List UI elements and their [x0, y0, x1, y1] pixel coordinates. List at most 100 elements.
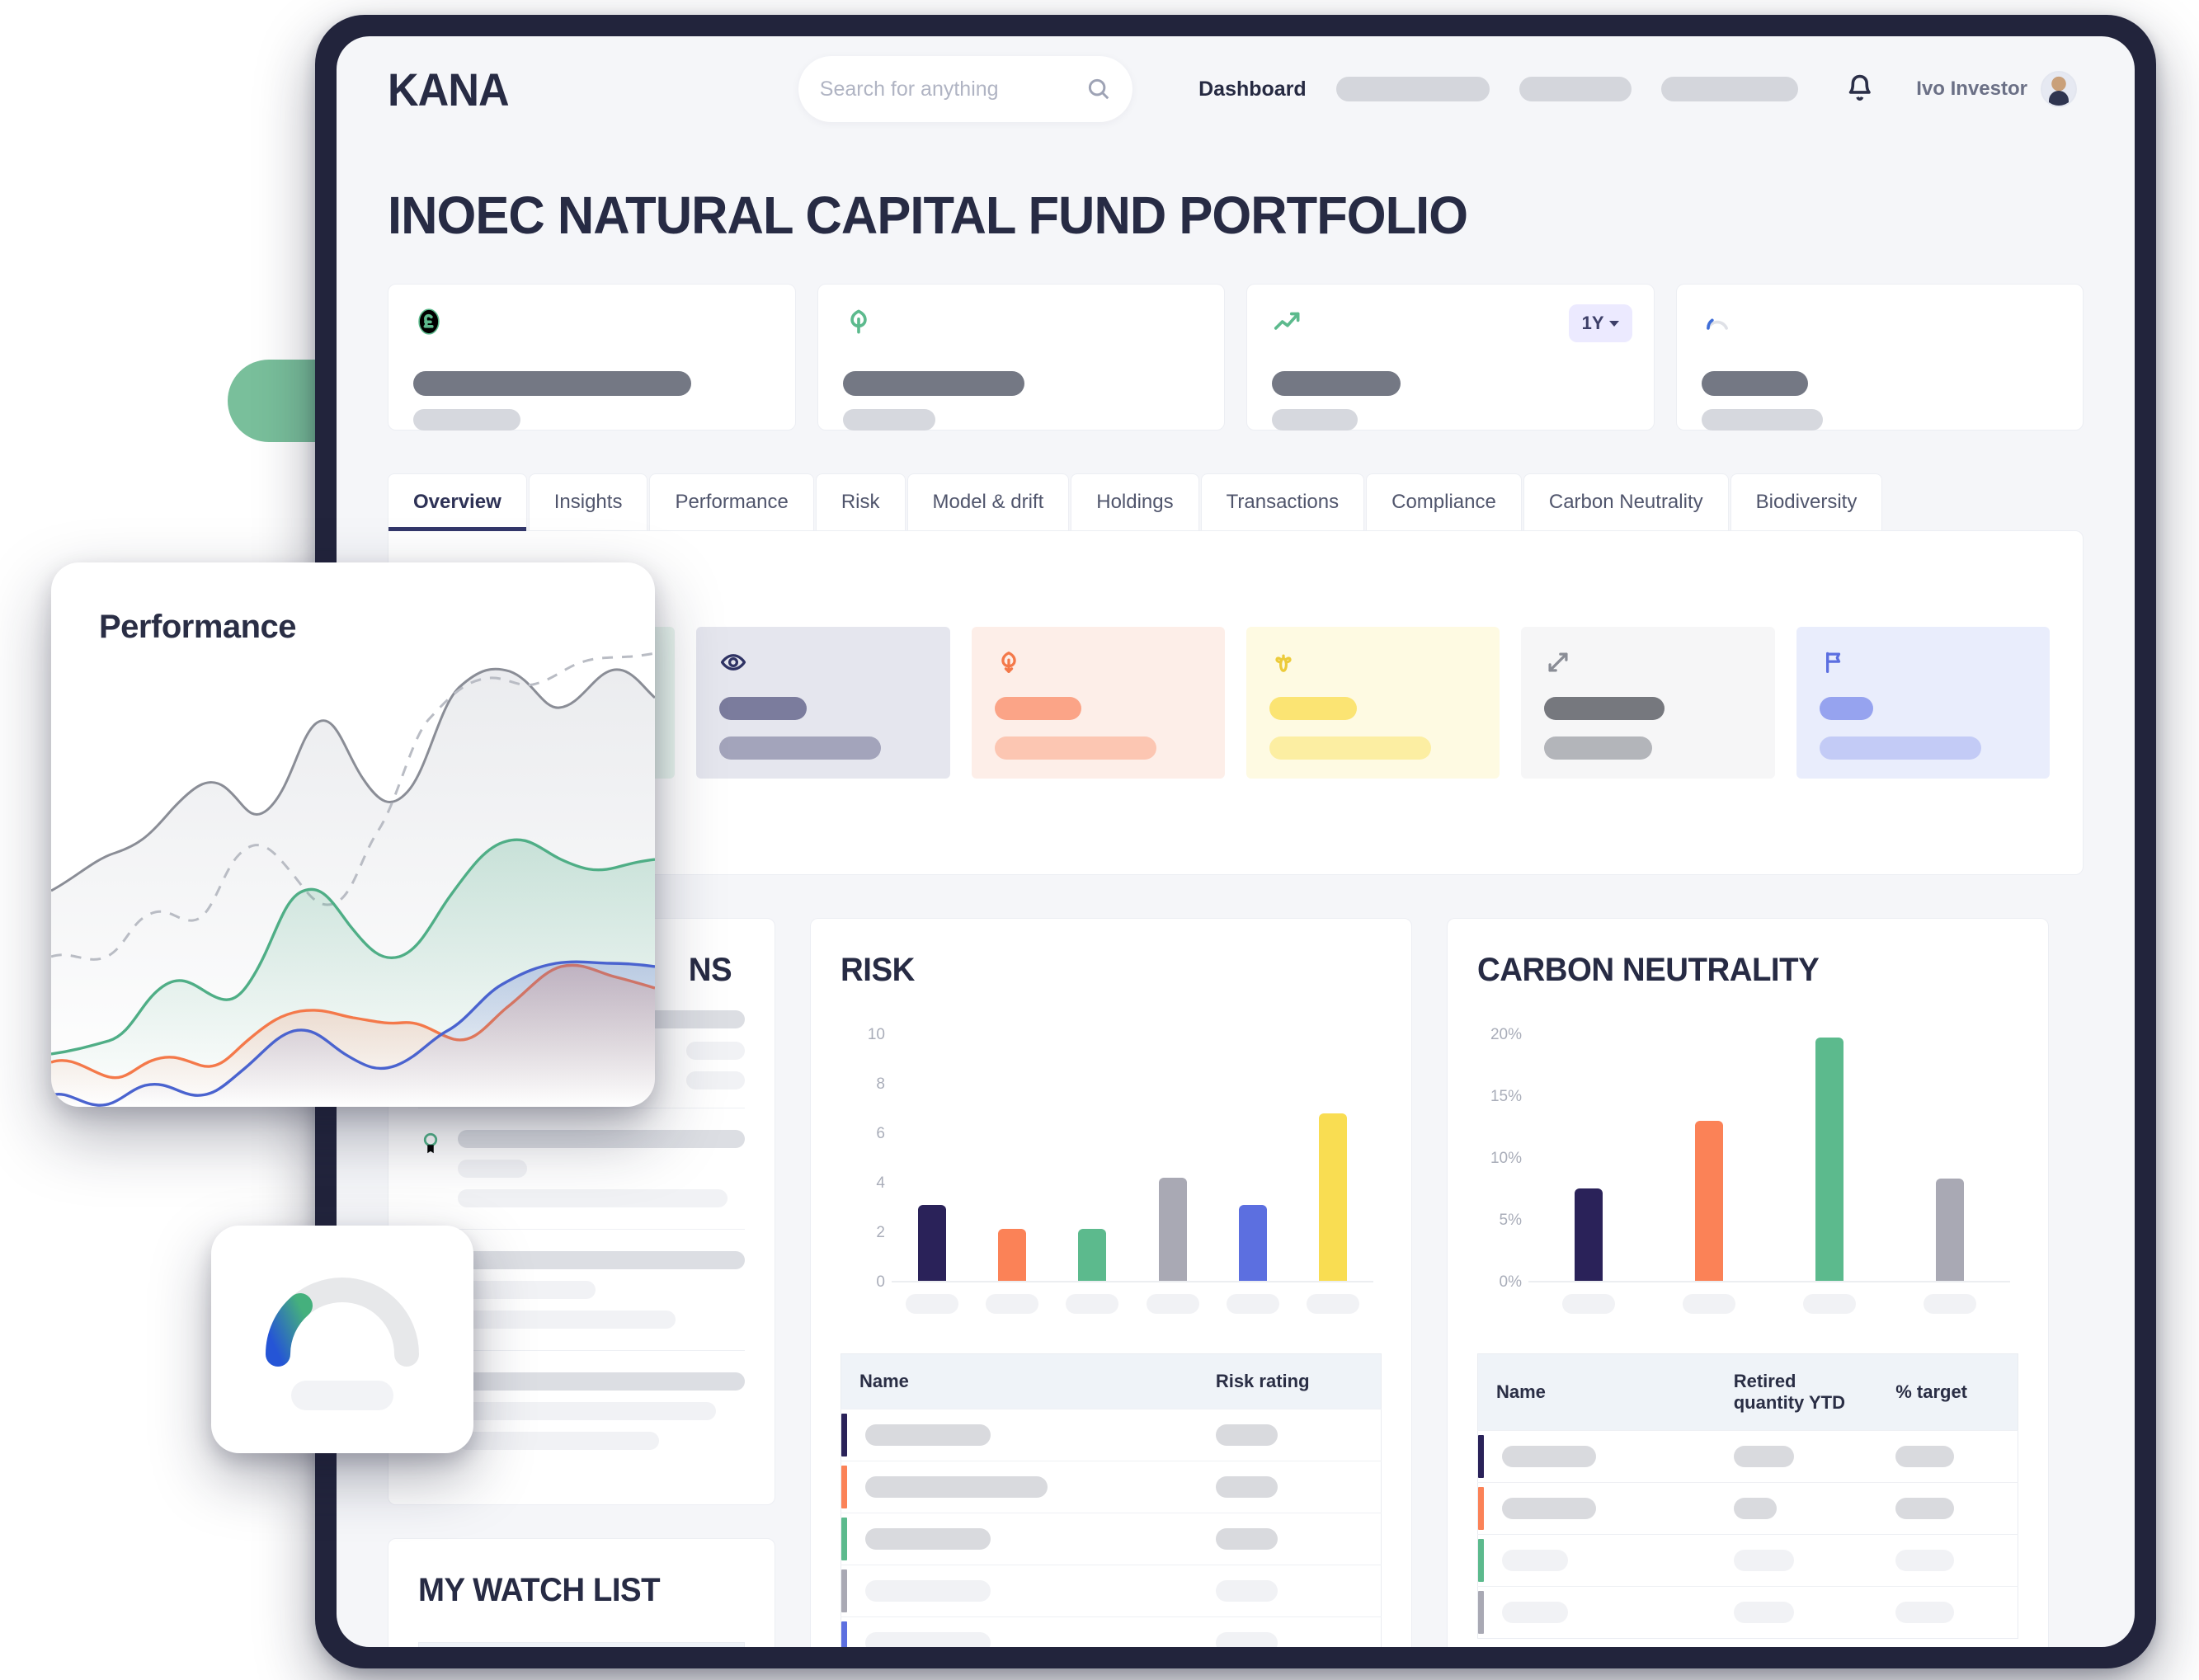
watchlist-col-2[interactable]	[535, 1642, 745, 1647]
tile-value-skeleton	[994, 697, 1082, 720]
kpi-label-skeleton	[1701, 409, 1823, 431]
row-accent	[841, 1621, 847, 1647]
risk-cell-name	[847, 1461, 1198, 1513]
primary-nav: Dashboard	[1198, 77, 1798, 101]
risk-bars	[892, 1035, 1373, 1281]
tile-label-skeleton	[719, 736, 882, 760]
bar[interactable]	[917, 1204, 946, 1281]
row-accent	[1478, 1539, 1484, 1582]
row-accent	[841, 1569, 847, 1612]
nav-item-dashboard[interactable]: Dashboard	[1198, 78, 1307, 101]
tile-value-skeleton	[1819, 697, 1873, 720]
table-row[interactable]	[841, 1565, 1382, 1617]
carbon-table: Name Retired quantity YTD % target	[1477, 1353, 2018, 1639]
carbon-col-target[interactable]: % target	[1877, 1353, 2018, 1431]
tab-performance[interactable]: Performance	[649, 473, 814, 530]
nav-item-placeholder-1[interactable]	[1335, 77, 1490, 101]
table-row[interactable]	[1477, 1534, 2018, 1587]
gauge-icon	[1706, 318, 1728, 330]
table-row[interactable]	[1477, 1586, 2018, 1639]
x-tick-placeholder	[985, 1294, 1038, 1314]
y-tick-label: 5%	[1499, 1212, 1522, 1229]
kpi-card-performance[interactable]: 1Y	[1246, 284, 1655, 431]
carbon-cell-name	[1484, 1482, 1716, 1535]
table-row[interactable]	[841, 1409, 1382, 1461]
overview-tile-carbon[interactable]	[971, 627, 1225, 779]
bar[interactable]	[1575, 1188, 1603, 1281]
bar[interactable]	[1695, 1121, 1723, 1281]
risk-cell-name	[847, 1565, 1198, 1617]
table-header-row: Name Retired quantity YTD % target	[1477, 1353, 2018, 1431]
carbon-neutrality-panel: CARBON NEUTRALITY 20% 15% 10% 5% 0% Name…	[1447, 918, 2049, 1647]
watchlist-table	[418, 1642, 745, 1647]
kpi-card-nature[interactable]	[817, 284, 1225, 431]
table-row[interactable]	[841, 1461, 1382, 1513]
bar[interactable]	[1319, 1113, 1348, 1281]
table-row[interactable]	[1477, 1482, 2018, 1535]
user-menu[interactable]: Ivo Investor	[1916, 71, 2077, 107]
bar[interactable]	[1815, 1037, 1843, 1281]
overview-tile-expand[interactable]	[1521, 627, 1775, 779]
bell-icon[interactable]	[1846, 73, 1874, 106]
overview-tile-biodiversity[interactable]	[1245, 627, 1500, 779]
nav-item-placeholder-2[interactable]	[1519, 77, 1632, 101]
table-header-row: Name Risk rating	[841, 1353, 1382, 1409]
search-icon[interactable]	[1086, 77, 1111, 101]
tab-transactions[interactable]: Transactions	[1200, 473, 1365, 530]
y-tick-label: 2	[876, 1224, 885, 1241]
table-row[interactable]	[841, 1513, 1382, 1565]
tile-label-skeleton	[1269, 736, 1432, 760]
risk-col-name[interactable]: Name	[841, 1353, 1198, 1409]
kpi-value-skeleton	[1701, 371, 1809, 396]
carbon-col-name[interactable]: Name	[1477, 1353, 1716, 1431]
floating-performance-card[interactable]: Performance	[51, 562, 655, 1107]
award-icon	[423, 1132, 438, 1154]
y-tick-label: 8	[876, 1075, 885, 1093]
x-tick-placeholder	[1924, 1294, 1976, 1314]
table-row[interactable]	[841, 1616, 1382, 1647]
tab-holdings[interactable]: Holdings	[1071, 473, 1199, 530]
tab-biodiversity[interactable]: Biodiversity	[1730, 473, 1883, 530]
period-label: 1Y	[1581, 313, 1604, 333]
risk-cell-name	[847, 1409, 1198, 1461]
tab-insights[interactable]: Insights	[528, 473, 648, 530]
avatar[interactable]	[2041, 71, 2077, 107]
floating-gauge-card[interactable]	[211, 1226, 473, 1453]
user-name: Ivo Investor	[1916, 78, 2027, 100]
kana-logo[interactable]: KANA	[388, 63, 510, 116]
risk-x-axis	[892, 1294, 1373, 1314]
kpi-label-skeleton	[842, 409, 935, 431]
search-input[interactable]	[819, 77, 1087, 101]
bar[interactable]	[1936, 1179, 1964, 1281]
period-selector[interactable]: 1Y	[1568, 304, 1632, 342]
trending-up-icon	[1274, 312, 1300, 330]
tab-compliance[interactable]: Compliance	[1366, 473, 1522, 530]
list-item[interactable]	[418, 1108, 745, 1229]
overview-tile-watch[interactable]	[696, 627, 950, 779]
risk-cell-name	[847, 1513, 1198, 1565]
bar[interactable]	[1078, 1229, 1107, 1281]
carbon-col-retired[interactable]: Retired quantity YTD	[1715, 1353, 1878, 1431]
tab-risk[interactable]: Risk	[815, 473, 906, 530]
tile-value-skeleton	[719, 697, 807, 720]
risk-col-rating[interactable]: Risk rating	[1197, 1353, 1382, 1409]
table-row[interactable]	[1477, 1430, 2018, 1483]
tab-overview[interactable]: Overview	[388, 473, 527, 531]
kpi-value-skeleton	[842, 371, 1025, 396]
leaf-icon	[850, 309, 867, 334]
bar[interactable]	[1238, 1204, 1267, 1281]
bar[interactable]	[997, 1229, 1026, 1281]
risk-cell-rating	[1197, 1616, 1382, 1647]
kpi-card-value[interactable]	[388, 284, 796, 431]
search-box[interactable]	[798, 56, 1133, 122]
nav-item-placeholder-3[interactable]	[1660, 77, 1798, 101]
tab-carbon-neutrality[interactable]: Carbon Neutrality	[1523, 473, 1729, 530]
bar[interactable]	[1158, 1177, 1187, 1281]
risk-cell-rating	[1197, 1513, 1382, 1565]
chevron-down-icon	[1608, 320, 1619, 327]
row-accent	[1478, 1591, 1484, 1634]
kpi-card-score[interactable]	[1675, 284, 2084, 431]
watchlist-col-1[interactable]	[418, 1642, 536, 1647]
tab-model-and-drift[interactable]: Model & drift	[906, 473, 1070, 530]
overview-tile-flag[interactable]	[1796, 627, 2050, 779]
